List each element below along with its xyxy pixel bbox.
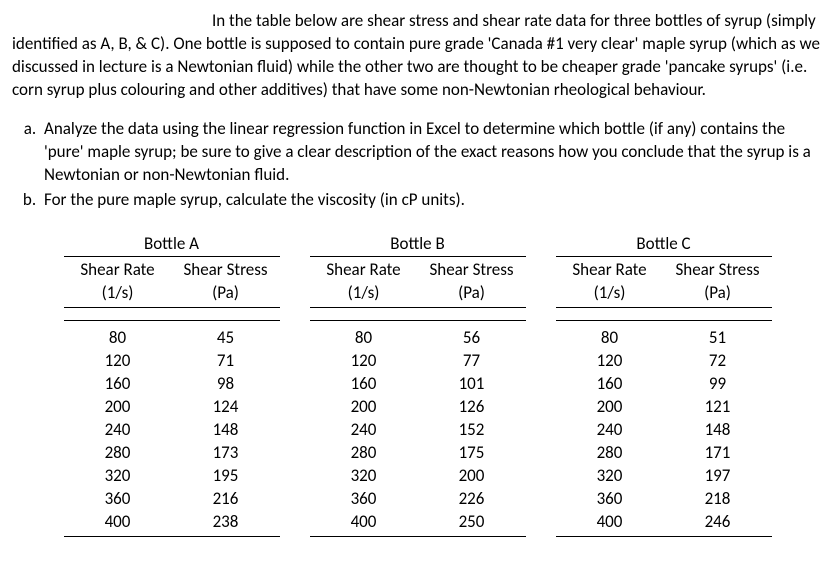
b-stress-7: 226 bbox=[418, 487, 526, 510]
col-stress-unit: (Pa) bbox=[664, 281, 772, 308]
col-rate-unit: (1/s) bbox=[64, 281, 172, 308]
b-rate-0: 80 bbox=[310, 320, 418, 349]
question-list: Analyze the data using the linear regres… bbox=[12, 118, 823, 212]
col-rate-label: Shear Rate bbox=[310, 256, 418, 281]
a-rate-5: 280 bbox=[64, 441, 172, 464]
c-rate-1: 120 bbox=[556, 349, 664, 372]
col-rate-label: Shear Rate bbox=[64, 256, 172, 281]
c-stress-2: 99 bbox=[664, 372, 772, 395]
col-rate-label: Shear Rate bbox=[556, 256, 664, 281]
bottle-c-title: Bottle C bbox=[556, 232, 772, 257]
c-rate-6: 320 bbox=[556, 464, 664, 487]
b-stress-3: 126 bbox=[418, 395, 526, 418]
c-stress-3: 121 bbox=[664, 395, 772, 418]
a-stress-8: 238 bbox=[172, 510, 280, 537]
col-stress-unit: (Pa) bbox=[172, 281, 280, 308]
a-rate-1: 120 bbox=[64, 349, 172, 372]
a-stress-3: 124 bbox=[172, 395, 280, 418]
b-stress-4: 152 bbox=[418, 418, 526, 441]
a-rate-0: 80 bbox=[64, 320, 172, 349]
col-stress-label: Shear Stress bbox=[172, 256, 280, 281]
a-stress-2: 98 bbox=[172, 372, 280, 395]
a-rate-2: 160 bbox=[64, 372, 172, 395]
b-stress-8: 250 bbox=[418, 510, 526, 537]
a-stress-4: 148 bbox=[172, 418, 280, 441]
c-stress-4: 148 bbox=[664, 418, 772, 441]
a-stress-1: 71 bbox=[172, 349, 280, 372]
col-stress-label: Shear Stress bbox=[418, 256, 526, 281]
data-tables: Bottle A Shear Rate Shear Stress (1/s) (… bbox=[12, 232, 823, 537]
b-stress-1: 77 bbox=[418, 349, 526, 372]
a-rate-3: 200 bbox=[64, 395, 172, 418]
a-rate-7: 360 bbox=[64, 487, 172, 510]
b-stress-2: 101 bbox=[418, 372, 526, 395]
a-stress-6: 195 bbox=[172, 464, 280, 487]
a-rate-8: 400 bbox=[64, 510, 172, 537]
col-rate-unit: (1/s) bbox=[556, 281, 664, 308]
intro-paragraph: In the table below are shear stress and … bbox=[12, 10, 823, 102]
c-stress-0: 51 bbox=[664, 320, 772, 349]
c-rate-4: 240 bbox=[556, 418, 664, 441]
col-rate-unit: (1/s) bbox=[310, 281, 418, 308]
c-stress-5: 171 bbox=[664, 441, 772, 464]
question-b: For the pure maple syrup, calculate the … bbox=[40, 189, 823, 212]
c-rate-2: 160 bbox=[556, 372, 664, 395]
c-stress-1: 72 bbox=[664, 349, 772, 372]
a-rate-4: 240 bbox=[64, 418, 172, 441]
question-a: Analyze the data using the linear regres… bbox=[40, 118, 823, 187]
b-rate-3: 200 bbox=[310, 395, 418, 418]
b-rate-1: 120 bbox=[310, 349, 418, 372]
c-stress-7: 218 bbox=[664, 487, 772, 510]
b-stress-6: 200 bbox=[418, 464, 526, 487]
c-rate-7: 360 bbox=[556, 487, 664, 510]
c-rate-3: 200 bbox=[556, 395, 664, 418]
table-bottle-c: Bottle C Shear Rate Shear Stress (1/s) (… bbox=[556, 232, 772, 537]
c-rate-5: 280 bbox=[556, 441, 664, 464]
col-stress-unit: (Pa) bbox=[418, 281, 526, 308]
bottle-b-title: Bottle B bbox=[310, 232, 526, 257]
b-rate-7: 360 bbox=[310, 487, 418, 510]
c-stress-6: 197 bbox=[664, 464, 772, 487]
table-bottle-a: Bottle A Shear Rate Shear Stress (1/s) (… bbox=[64, 232, 280, 537]
c-rate-8: 400 bbox=[556, 510, 664, 537]
b-rate-6: 320 bbox=[310, 464, 418, 487]
a-stress-5: 173 bbox=[172, 441, 280, 464]
a-rate-6: 320 bbox=[64, 464, 172, 487]
c-stress-8: 246 bbox=[664, 510, 772, 537]
b-rate-4: 240 bbox=[310, 418, 418, 441]
b-rate-8: 400 bbox=[310, 510, 418, 537]
b-stress-5: 175 bbox=[418, 441, 526, 464]
bottle-a-title: Bottle A bbox=[64, 232, 280, 257]
a-stress-7: 216 bbox=[172, 487, 280, 510]
b-rate-5: 280 bbox=[310, 441, 418, 464]
b-rate-2: 160 bbox=[310, 372, 418, 395]
b-stress-0: 56 bbox=[418, 320, 526, 349]
table-bottle-b: Bottle B Shear Rate Shear Stress (1/s) (… bbox=[310, 232, 526, 537]
col-stress-label: Shear Stress bbox=[664, 256, 772, 281]
a-stress-0: 45 bbox=[172, 320, 280, 349]
c-rate-0: 80 bbox=[556, 320, 664, 349]
